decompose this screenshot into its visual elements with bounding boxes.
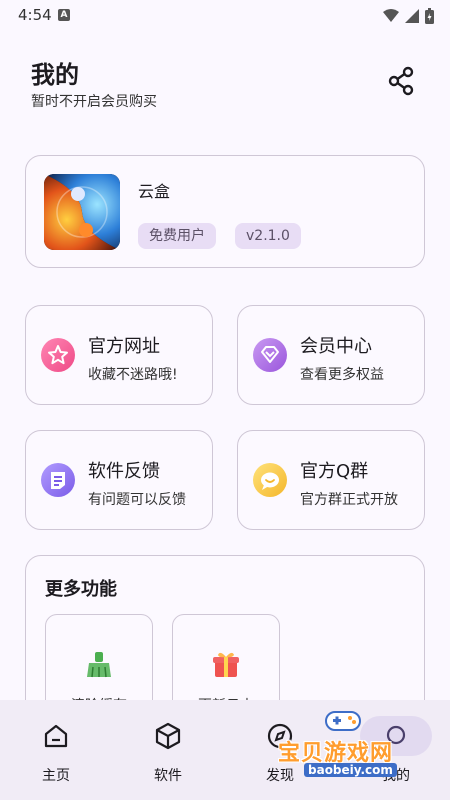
nav-label: 软件 bbox=[154, 768, 182, 784]
app-info-card: 云盒 免费用户 v2.1.0 bbox=[25, 155, 425, 268]
feature-subtitle: 官方群正式开放 bbox=[300, 492, 398, 508]
feature-title: 软件反馈 bbox=[88, 461, 160, 482]
star-icon bbox=[41, 338, 75, 372]
gift-icon bbox=[213, 652, 239, 677]
status-bar: 4:54 A bbox=[0, 0, 450, 32]
feature-subtitle: 有问题可以反馈 bbox=[88, 492, 186, 508]
notification-a-icon: A bbox=[58, 9, 70, 21]
page-subtitle: 暂时不开启会员购买 bbox=[31, 94, 157, 110]
chat-icon bbox=[253, 463, 287, 497]
home-icon bbox=[44, 724, 68, 748]
feature-title: 会员中心 bbox=[300, 336, 372, 357]
feature-subtitle: 收藏不迷路哦! bbox=[88, 367, 178, 383]
feature-title: 官方Q群 bbox=[300, 461, 369, 482]
status-time: 4:54 bbox=[18, 6, 52, 24]
share-button[interactable] bbox=[384, 64, 418, 98]
nav-item-software[interactable]: 软件 bbox=[112, 700, 224, 800]
battery-icon bbox=[425, 8, 434, 24]
status-icons bbox=[383, 8, 434, 24]
broom-icon bbox=[87, 652, 111, 678]
official-website-card[interactable]: 官方网址 收藏不迷路哦! bbox=[25, 305, 213, 405]
version-badge: v2.1.0 bbox=[235, 223, 301, 249]
feature-title: 官方网址 bbox=[88, 336, 160, 357]
app-logo bbox=[44, 174, 120, 250]
feedback-icon bbox=[41, 463, 75, 497]
user-type-badge: 免费用户 bbox=[138, 223, 216, 249]
watermark-url: baobeiy.com bbox=[304, 763, 397, 777]
gamepad-watermark-icon bbox=[325, 711, 361, 731]
share-icon bbox=[388, 66, 414, 96]
app-name: 云盒 bbox=[138, 182, 171, 201]
wifi-icon bbox=[383, 9, 399, 22]
page-title: 我的 bbox=[31, 61, 79, 89]
nav-label: 主页 bbox=[42, 768, 70, 784]
section-title: 更多功能 bbox=[45, 579, 117, 600]
qq-group-card[interactable]: 官方Q群 官方群正式开放 bbox=[237, 430, 425, 530]
diamond-icon bbox=[253, 338, 287, 372]
nav-item-home[interactable]: 主页 bbox=[0, 700, 112, 800]
signal-icon bbox=[405, 9, 419, 23]
feature-subtitle: 查看更多权益 bbox=[300, 367, 384, 383]
member-center-card[interactable]: 会员中心 查看更多权益 bbox=[237, 305, 425, 405]
feedback-card[interactable]: 软件反馈 有问题可以反馈 bbox=[25, 430, 213, 530]
box-icon bbox=[155, 722, 181, 750]
